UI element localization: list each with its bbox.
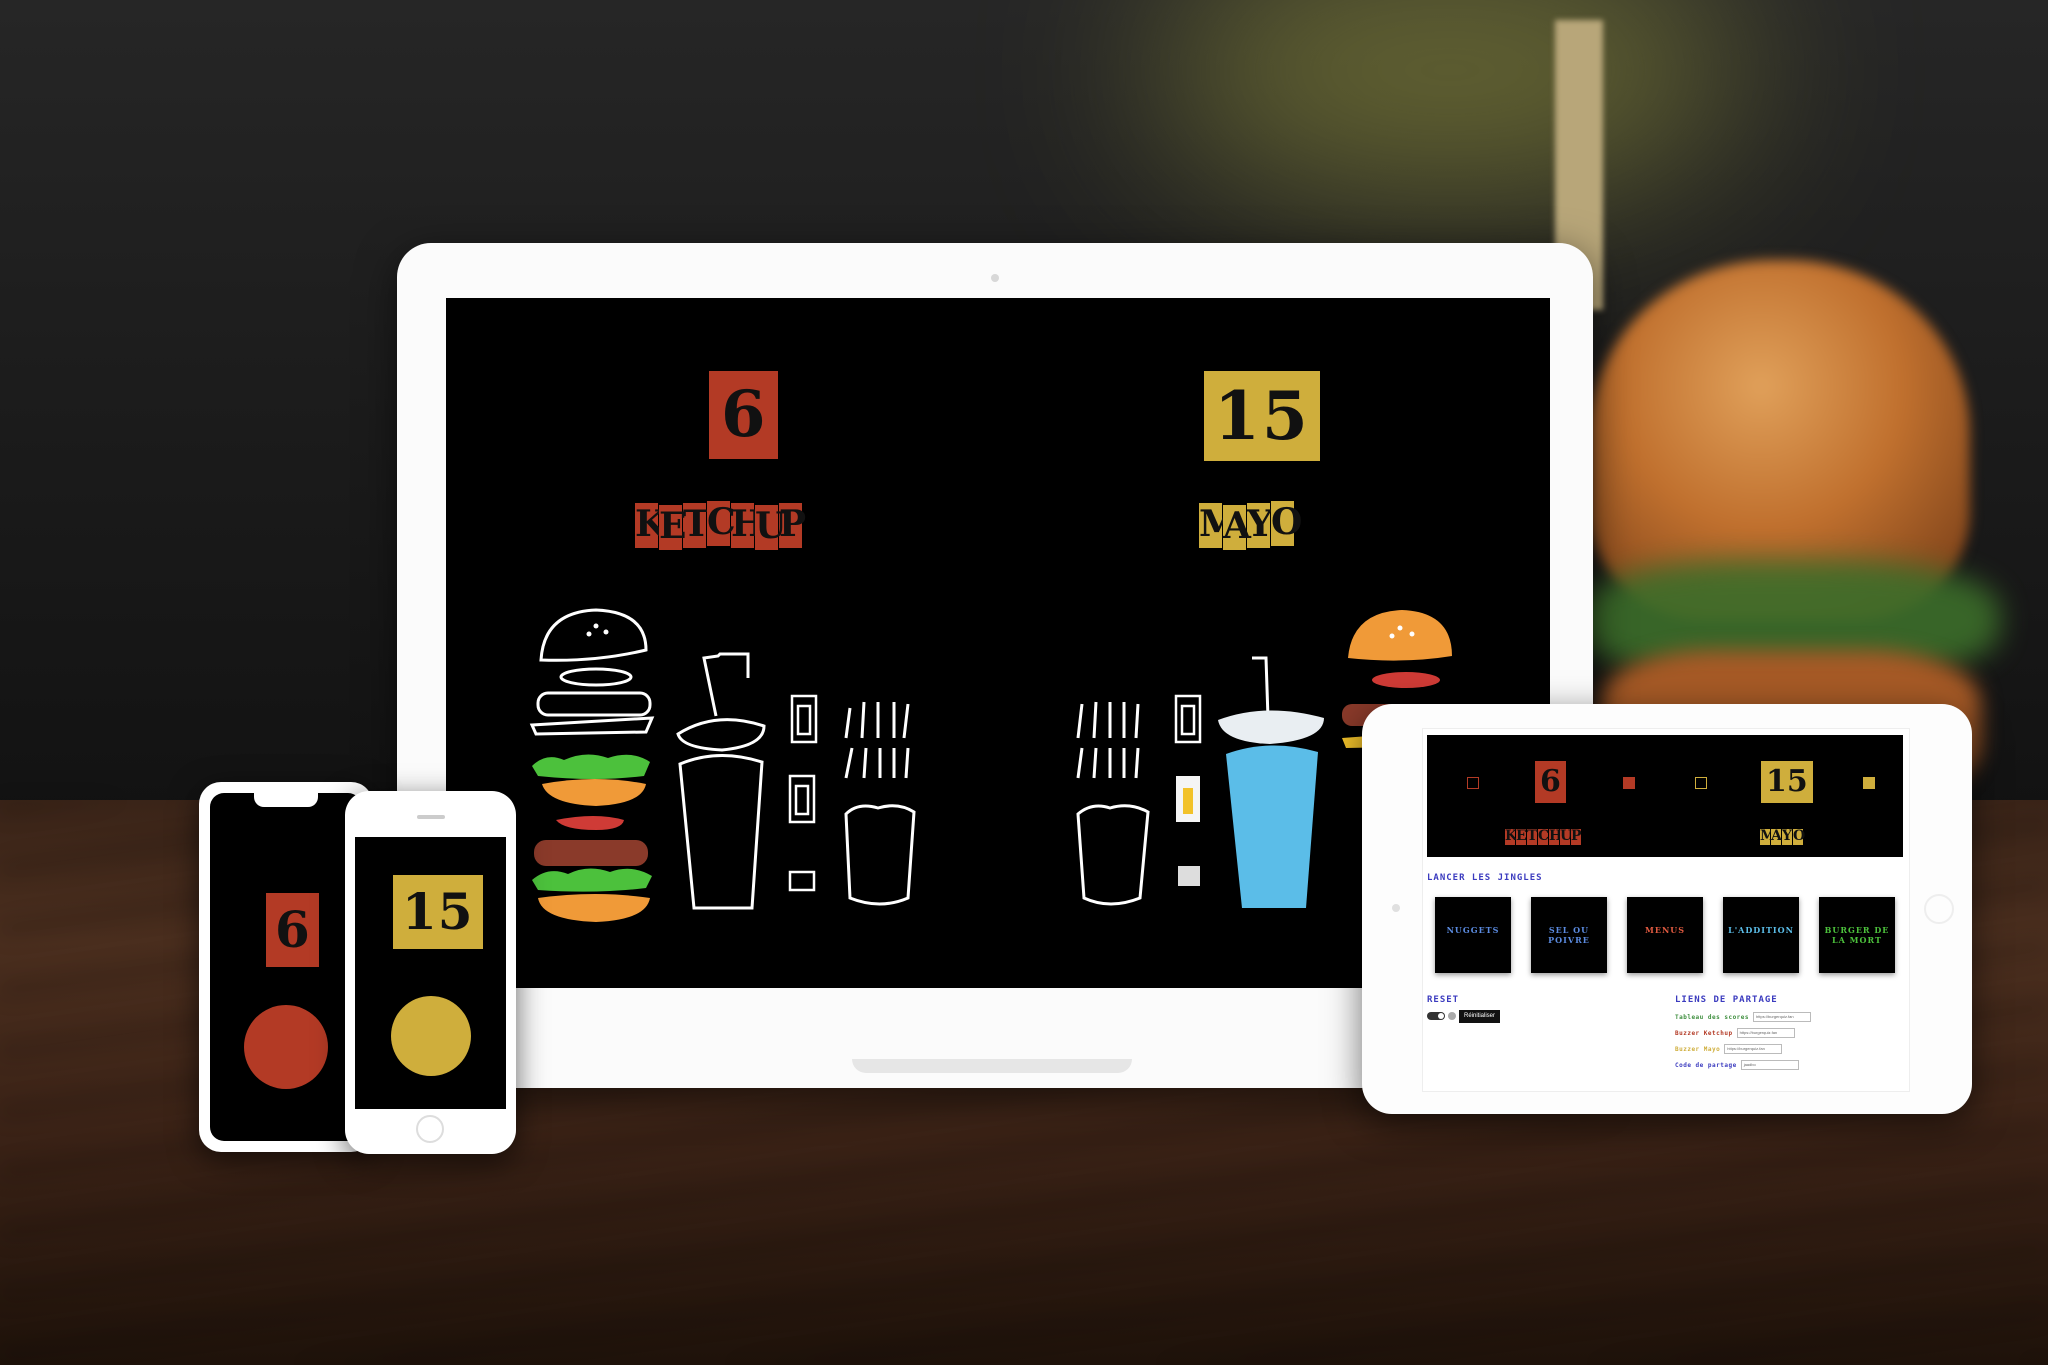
team-name-letter: U [755, 505, 786, 550]
team-name-letter: T [683, 503, 710, 548]
team-name-letter: E [1516, 828, 1527, 845]
team-name-letter: H [1549, 828, 1563, 845]
mayo-buzzer-button[interactable] [391, 996, 471, 1076]
ketchup-fries-icon [844, 701, 916, 906]
jingle-menus-button[interactable]: MENUS [1627, 897, 1703, 973]
ketchup-score-value: 6 [709, 371, 778, 459]
ketchup-increment-button[interactable] [1623, 777, 1635, 789]
share-link-mayo: Buzzer Mayo https://burgerquiz.fan [1675, 1043, 1783, 1055]
jingle-sel-ou-poivre-button[interactable]: SEL OU POIVRE [1531, 897, 1607, 973]
team-name-letter: O [1793, 828, 1806, 845]
ketchup-team-name: K E T C H U P [1505, 829, 1582, 845]
camera [1392, 904, 1400, 912]
share-link-label: Buzzer Mayo [1675, 1045, 1721, 1053]
jingles-heading: Lancer les jingles [1427, 873, 1543, 883]
jingle-label: NUGGETS [1446, 925, 1500, 935]
home-button[interactable] [1924, 894, 1954, 924]
team-name-letter: A [1771, 828, 1782, 845]
sound-toggle[interactable] [1427, 1012, 1445, 1020]
mayo-score: 15 [1204, 371, 1320, 461]
team-name-letter: K [1505, 828, 1518, 845]
ketchup-burger-icon [529, 608, 655, 922]
ketchup-score-value: 6 [1535, 761, 1566, 803]
team-name-letter: M [1199, 503, 1239, 548]
camera [991, 274, 999, 282]
ketchup-sauce-packets [788, 694, 818, 892]
share-link-label: Tableau des scores [1675, 1013, 1750, 1021]
share-link-input[interactable]: https://burgerquiz.fan [1753, 1012, 1812, 1022]
share-link-label: Code de partage [1675, 1061, 1737, 1069]
jingle-label: L'ADDITION [1728, 925, 1794, 935]
jingle-label: SEL OU POIVRE [1548, 925, 1590, 945]
admin-scoreboard: 6 15 K E T C H U P M A Y O [1427, 735, 1903, 857]
ketchup-decrement-button[interactable] [1467, 777, 1479, 789]
team-name-letter: M [1760, 828, 1776, 845]
jingle-addition-button[interactable]: L'ADDITION [1723, 897, 1799, 973]
admin-screen: 6 15 K E T C H U P M A Y O Lancer les ji… [1422, 728, 1910, 1092]
team-name-letter: U [1560, 828, 1573, 845]
team-name-letter: P [1571, 828, 1582, 845]
team-name-letter: O [1271, 501, 1302, 546]
mayo-score-value: 15 [1761, 761, 1813, 803]
share-code: Code de partage jaadbo [1675, 1059, 1799, 1071]
team-name-letter: C [707, 501, 736, 546]
team-name-letter: T [1527, 828, 1538, 845]
team-name-letter: Y [1782, 828, 1792, 845]
mayo-sauce-packets [1174, 694, 1202, 886]
reset-heading: Reset [1427, 995, 1460, 1005]
share-link-label: Buzzer Ketchup [1675, 1029, 1733, 1037]
team-name-letter: C [1538, 828, 1550, 845]
share-code-input[interactable]: jaadbo [1740, 1060, 1799, 1070]
share-link-input[interactable]: https://burgerquiz.fan [1736, 1028, 1795, 1038]
ketchup-score: 6 [709, 371, 778, 459]
share-link-scoreboard: Tableau des scores https://burgerquiz.fa… [1675, 1011, 1812, 1023]
home-button[interactable] [416, 1115, 444, 1143]
mayo-score-value: 15 [1204, 371, 1320, 461]
mayo-team-name: M A Y O [1760, 828, 1806, 845]
team-name-letter: E [659, 505, 686, 550]
phone-speaker [417, 815, 445, 819]
phone-mayo-buzzer: 15 [345, 791, 516, 1154]
team-name-letter: A [1223, 505, 1251, 550]
laptop-hinge-notch [852, 1059, 1132, 1073]
share-link-ketchup: Buzzer Ketchup https://burgerquiz.fan [1675, 1027, 1795, 1039]
jingle-burger-de-la-mort-button[interactable]: BURGER DE LA MORT [1819, 897, 1895, 973]
ketchup-score-value: 6 [266, 893, 319, 967]
ketchup-drink-icon [676, 652, 766, 910]
reset-button[interactable]: Réinitialiser [1459, 1010, 1501, 1023]
mayo-fries-icon [1076, 701, 1150, 906]
phone-screen: 6 [210, 793, 362, 1141]
mayo-drink-icon [1218, 656, 1324, 908]
mayo-decrement-button[interactable] [1695, 777, 1707, 789]
share-links-heading: Liens de partage [1675, 995, 1778, 1005]
ketchup-team-name: K E T C H U P [635, 501, 806, 550]
mayo-team-name: M A Y O [1199, 501, 1302, 550]
mayo-score-value: 15 [393, 875, 483, 949]
phone-notch [254, 793, 318, 807]
jingle-label: BURGER DE LA MORT [1824, 925, 1890, 945]
status-dot [1448, 1012, 1456, 1020]
team-name-letter: K [635, 503, 666, 548]
jingle-nuggets-button[interactable]: NUGGETS [1435, 897, 1511, 973]
phone-screen: 15 [355, 837, 506, 1109]
tablet-admin-frame: 6 15 K E T C H U P M A Y O Lancer les ji… [1362, 704, 1972, 1114]
share-link-input[interactable]: https://burgerquiz.fan [1724, 1044, 1783, 1054]
ketchup-buzzer-button[interactable] [244, 1005, 328, 1089]
jingle-label: MENUS [1644, 925, 1686, 935]
mayo-increment-button[interactable] [1863, 777, 1875, 789]
